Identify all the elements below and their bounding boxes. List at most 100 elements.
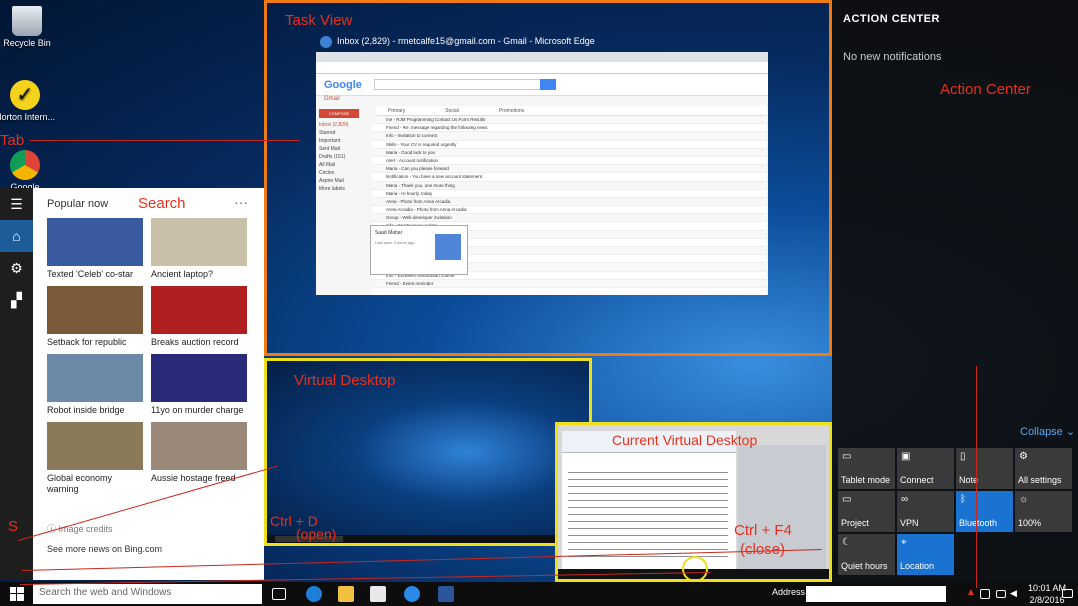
- news-caption: Global economy warning: [47, 473, 113, 494]
- news-caption: Robot inside bridge: [47, 405, 125, 415]
- folder-item[interactable]: Circles: [319, 169, 367, 177]
- quick-action-label: Location: [900, 561, 935, 571]
- word-icon[interactable]: [438, 586, 454, 602]
- chrome-icon: [10, 150, 40, 180]
- windows-icon: [9, 587, 24, 601]
- quick-action-brightness[interactable]: ☼ 100%: [1015, 491, 1072, 532]
- news-item[interactable]: Robot inside bridge: [47, 354, 143, 416]
- news-item[interactable]: Texted 'Celeb' co-star: [47, 218, 143, 280]
- address-input[interactable]: [806, 586, 946, 602]
- gmail-search-button[interactable]: [540, 79, 556, 90]
- email-row[interactable]: Anna Arcadia - Photo from Anna Arcadia: [372, 206, 766, 215]
- hangout-popup[interactable]: Saad Mahar Last seen 3 hours ago: [370, 225, 468, 275]
- compose-button[interactable]: COMPOSE: [319, 109, 359, 118]
- news-item[interactable]: Aussie hostage freed: [151, 422, 247, 495]
- email-row[interactable]: Friend - Re: message regarding the follo…: [372, 124, 766, 133]
- tablet-icon: ▭: [842, 451, 852, 462]
- folder-item[interactable]: Starred: [319, 129, 367, 137]
- news-caption: 11yo on murder charge: [151, 405, 244, 415]
- clock[interactable]: 10:01 AM 2/8/2016: [1028, 582, 1066, 606]
- email-row[interactable]: Friend - Event reminder: [372, 279, 766, 288]
- quick-action-bluetooth[interactable]: ᛒ Bluetooth: [956, 491, 1013, 532]
- file-explorer-icon[interactable]: [338, 586, 354, 602]
- desktop-icon-recycle-bin[interactable]: Recycle Bin: [0, 6, 58, 49]
- taskbar: Search the web and Windows Address ▲ ◀ 1…: [0, 582, 1078, 606]
- annotation-close: (close): [740, 541, 786, 558]
- quick-action-moon[interactable]: ☾ Quiet hours: [838, 534, 895, 575]
- quick-action-project[interactable]: ▭ Project: [838, 491, 895, 532]
- home-icon[interactable]: ⌂: [0, 220, 33, 252]
- folder-item[interactable]: More labels: [319, 185, 367, 193]
- quick-action-connect[interactable]: ▣ Connect: [897, 448, 954, 489]
- desktop-icon-norton[interactable]: ✓ Norton Intern...: [0, 80, 56, 123]
- news-item[interactable]: Setback for republic: [47, 286, 143, 348]
- bluetooth-icon: ᛒ: [960, 494, 966, 505]
- quick-action-label: Tablet mode: [841, 475, 891, 485]
- edge-icon[interactable]: [306, 586, 322, 602]
- quick-action-vpn[interactable]: ∞ VPN: [897, 491, 954, 532]
- tab-promotions[interactable]: Promotions: [499, 106, 524, 115]
- email-row[interactable]: Info - Invitation to connect: [372, 132, 766, 141]
- recycle-bin-icon: [12, 6, 42, 36]
- news-item[interactable]: Global economy warning: [47, 422, 143, 495]
- news-caption: Texted 'Celeb' co-star: [47, 269, 133, 279]
- annotation-task-view: Task View: [285, 12, 353, 29]
- folder-item[interactable]: Important: [319, 137, 367, 145]
- email-row[interactable]: Alert - Account notification: [372, 157, 766, 166]
- note-icon: ▯: [960, 451, 966, 462]
- desktop-icon-chrome[interactable]: Google: [0, 150, 56, 193]
- gear-icon: ⚙: [1019, 451, 1028, 462]
- folder-item[interactable]: Drafts (151): [319, 153, 367, 161]
- gmail-search-input[interactable]: [374, 79, 556, 90]
- tablet-icon[interactable]: [980, 589, 990, 599]
- folder-item[interactable]: Sent Mail: [319, 145, 367, 153]
- volume-icon[interactable]: ◀: [1010, 588, 1026, 604]
- news-item[interactable]: Ancient laptop?: [151, 218, 247, 280]
- tab-primary[interactable]: Primary: [388, 106, 405, 115]
- more-options-icon[interactable]: ···: [234, 194, 248, 210]
- folder-item[interactable]: Aspire Mail: [319, 177, 367, 185]
- email-row[interactable]: Group - Web developer invitation: [372, 214, 766, 223]
- network-icon[interactable]: [996, 590, 1006, 598]
- feedback-icon[interactable]: ▞: [0, 284, 33, 316]
- edge-icon: [320, 36, 332, 48]
- news-item[interactable]: 11yo on murder charge: [151, 354, 247, 416]
- annotation-current-virtual-desktop: Current Virtual Desktop: [612, 432, 758, 448]
- annotation-s: S: [8, 518, 19, 535]
- email-row[interactable]: Maria - Good luck to you: [372, 148, 766, 157]
- close-desktop-button[interactable]: [682, 556, 708, 582]
- quick-action-tablet[interactable]: ▭ Tablet mode: [838, 448, 895, 489]
- internet-explorer-icon[interactable]: [404, 586, 420, 602]
- email-row[interactable]: Maria - Can you please forward: [372, 165, 766, 174]
- email-row[interactable]: Skills - Your CV is required urgently: [372, 141, 766, 149]
- tab-social[interactable]: Social: [445, 106, 459, 115]
- email-row[interactable]: me - RJM Programming Contact Us Form Res…: [372, 116, 766, 125]
- email-row[interactable]: Maria - Hi hourly, today: [372, 190, 766, 198]
- collapse-link[interactable]: Collapse ⌄: [1020, 425, 1075, 438]
- more-news-link[interactable]: See more news on Bing.com: [47, 544, 162, 554]
- hamburger-icon[interactable]: ☰: [0, 188, 33, 220]
- project-icon: ▭: [842, 494, 852, 505]
- notification-icon[interactable]: [1062, 589, 1073, 598]
- task-view-icon[interactable]: [272, 588, 286, 600]
- news-image: [47, 286, 143, 334]
- news-image: [151, 286, 247, 334]
- gmail-window-thumbnail[interactable]: Google Gmail COMPOSE Inbox (2,829) Starr…: [316, 52, 768, 295]
- email-row[interactable]: Maria - Thank you, one more thing: [372, 181, 766, 190]
- quick-action-location[interactable]: ⌖ Location: [897, 534, 954, 575]
- news-image: [47, 218, 143, 266]
- folder-item[interactable]: All Mail: [319, 161, 367, 169]
- store-icon[interactable]: [370, 586, 386, 602]
- news-item[interactable]: Breaks auction record: [151, 286, 247, 348]
- quick-action-label: Project: [841, 518, 870, 528]
- email-row[interactable]: Anna - Photo from Anna Arcadia: [372, 197, 766, 207]
- quick-action-note[interactable]: ▯ Note: [956, 448, 1013, 489]
- action-center-title: ACTION CENTER: [843, 13, 940, 25]
- news-caption: Breaks auction record: [151, 337, 239, 347]
- start-button[interactable]: [0, 582, 33, 606]
- taskbar-search-input[interactable]: Search the web and Windows: [33, 584, 262, 604]
- quick-action-gear[interactable]: ⚙ All settings: [1015, 448, 1072, 489]
- email-row[interactable]: Notification - You have a new account st…: [372, 173, 766, 182]
- folder-item[interactable]: Inbox (2,829): [319, 121, 367, 129]
- gear-icon[interactable]: ⚙: [0, 252, 33, 284]
